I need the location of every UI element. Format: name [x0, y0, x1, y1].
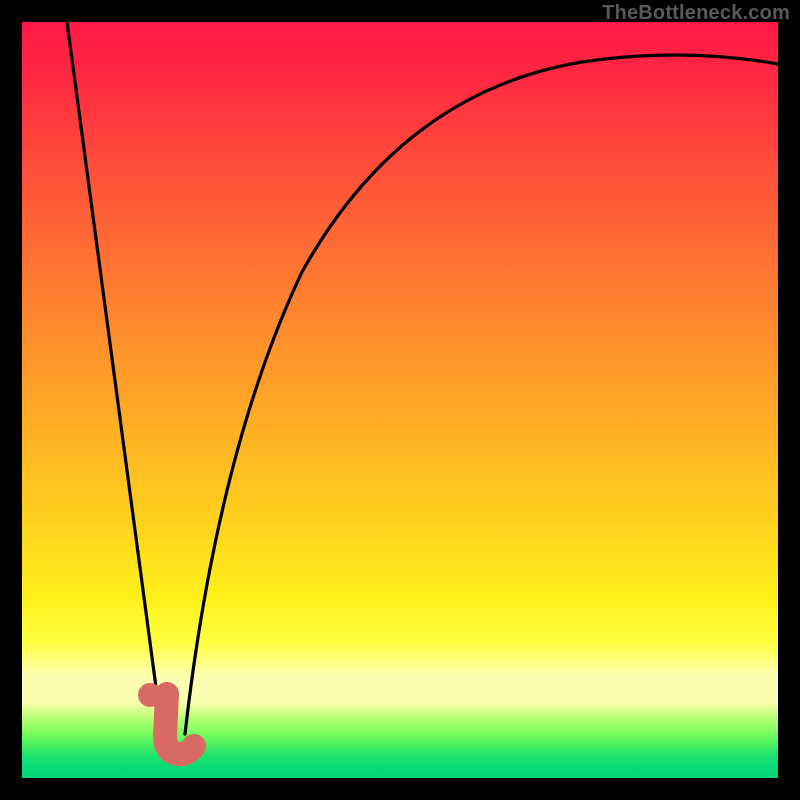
- curve-right-limb: [185, 55, 778, 734]
- curves-svg: [22, 22, 778, 778]
- outer-frame: TheBottleneck.com: [0, 0, 800, 800]
- curve-left-limb: [67, 22, 162, 732]
